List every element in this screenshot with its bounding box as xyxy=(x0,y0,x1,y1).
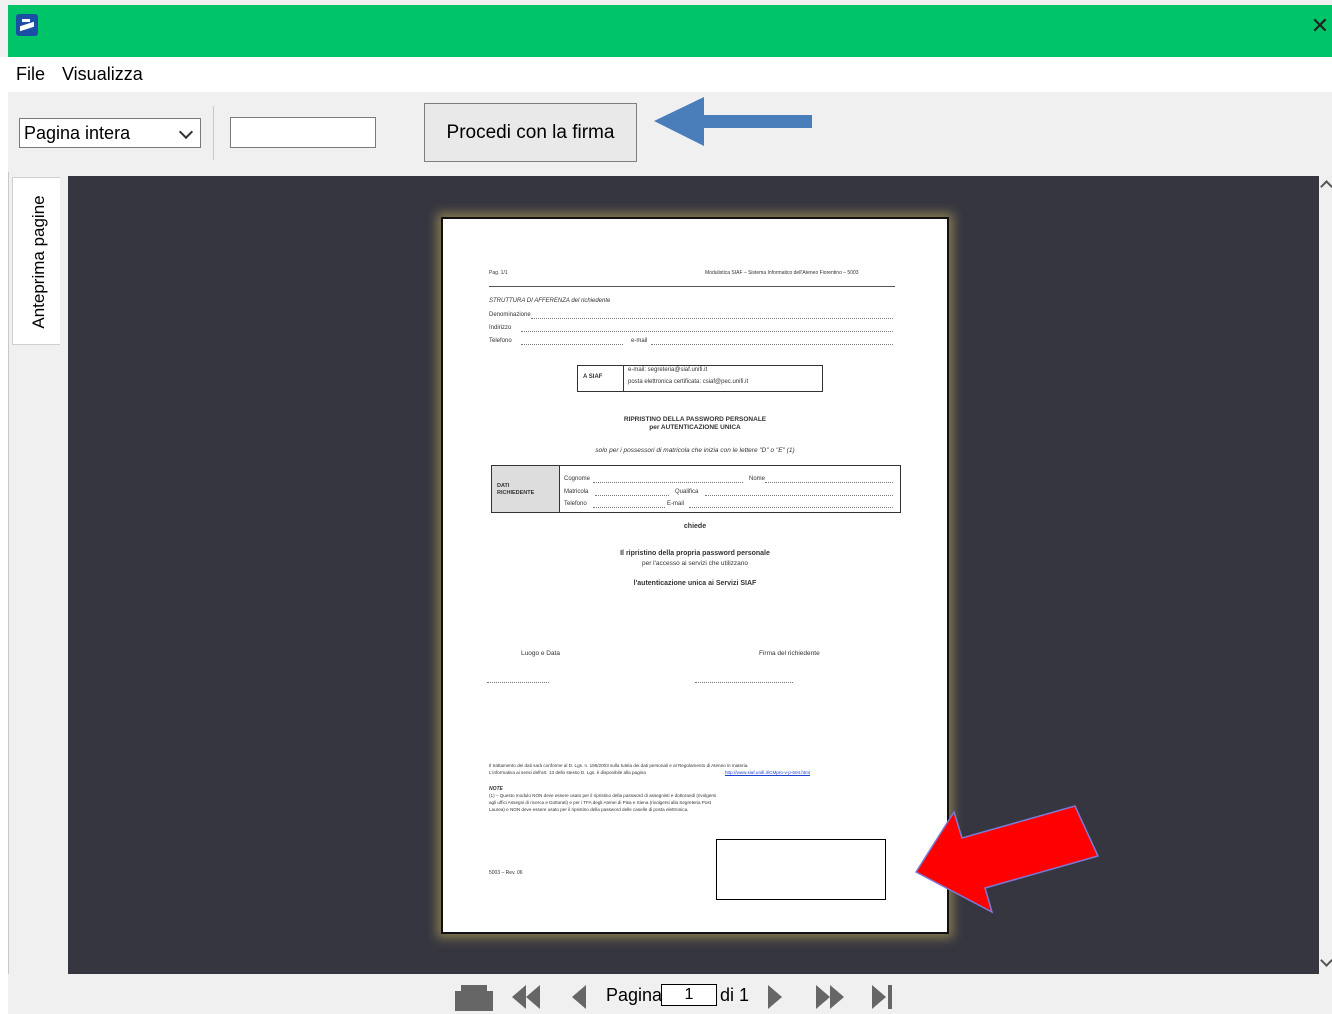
annotation-overlay xyxy=(654,97,1100,914)
blue-arrow-annotation xyxy=(654,97,812,146)
red-arrow-annotation xyxy=(914,805,1100,914)
